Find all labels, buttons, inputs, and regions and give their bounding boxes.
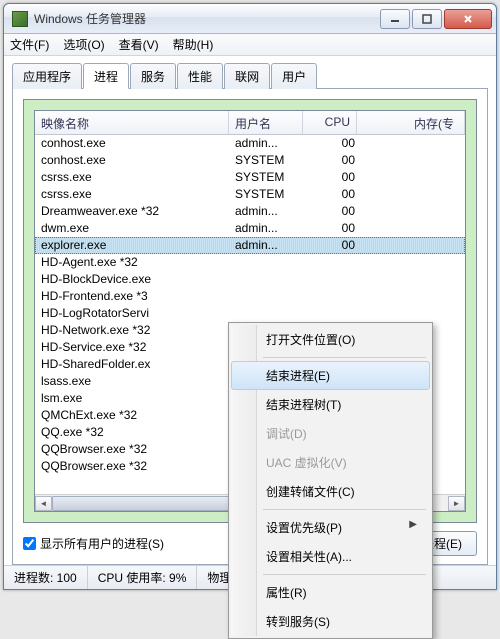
table-row[interactable]: conhost.exeadmin...00	[35, 135, 465, 152]
window-title: Windows 任务管理器	[34, 10, 380, 27]
scroll-right-button[interactable]: ►	[448, 496, 465, 511]
table-row[interactable]: HD-Agent.exe *32	[35, 254, 465, 271]
table-row[interactable]: HD-Frontend.exe *3	[35, 288, 465, 305]
ctx-create-dump[interactable]: 创建转储文件(C)	[231, 477, 430, 506]
app-icon	[12, 11, 28, 27]
ctx-uac-virtualization: UAC 虚拟化(V)	[231, 448, 430, 477]
status-cpu: CPU 使用率: 9%	[88, 566, 198, 589]
tab-1[interactable]: 进程	[83, 63, 129, 89]
column-headers: 映像名称 用户名 CPU 内存(专	[35, 111, 465, 135]
chevron-right-icon: ▶	[409, 519, 417, 530]
ctx-end-process[interactable]: 结束进程(E)	[231, 361, 430, 390]
tab-2[interactable]: 服务	[130, 63, 176, 89]
close-button[interactable]	[444, 9, 492, 29]
titlebar[interactable]: Windows 任务管理器	[4, 4, 496, 34]
show-all-users-label: 显示所有用户的进程(S)	[40, 535, 164, 552]
ctx-separator	[263, 357, 426, 358]
ctx-separator	[263, 574, 426, 575]
status-processes: 进程数: 100	[4, 566, 88, 589]
table-row[interactable]: csrss.exeSYSTEM00	[35, 169, 465, 186]
context-menu: 打开文件位置(O) 结束进程(E) 结束进程树(T) 调试(D) UAC 虚拟化…	[228, 322, 433, 639]
table-row[interactable]: csrss.exeSYSTEM00	[35, 186, 465, 203]
menubar: 文件(F) 选项(O) 查看(V) 帮助(H)	[4, 34, 496, 56]
menu-help[interactable]: 帮助(H)	[173, 36, 214, 53]
tab-panel-processes: 映像名称 用户名 CPU 内存(专 conhost.exeadmin...00c…	[12, 88, 488, 565]
maximize-button[interactable]	[412, 9, 442, 29]
show-all-users-checkbox[interactable]	[23, 537, 36, 550]
minimize-button[interactable]	[380, 9, 410, 29]
ctx-set-priority[interactable]: 设置优先级(P)▶	[231, 513, 430, 542]
ctx-end-process-tree[interactable]: 结束进程树(T)	[231, 390, 430, 419]
menu-file[interactable]: 文件(F)	[10, 36, 49, 53]
content-area: 应用程序进程服务性能联网用户 映像名称 用户名 CPU 内存(专 conhost…	[4, 56, 496, 565]
ctx-debug: 调试(D)	[231, 419, 430, 448]
col-cpu[interactable]: CPU	[303, 111, 357, 134]
show-all-users-check[interactable]: 显示所有用户的进程(S)	[23, 535, 164, 552]
menu-options[interactable]: 选项(O)	[63, 36, 104, 53]
tab-3[interactable]: 性能	[177, 63, 223, 89]
task-manager-window: Windows 任务管理器 文件(F) 选项(O) 查看(V) 帮助(H) 应用…	[3, 3, 497, 590]
menu-view[interactable]: 查看(V)	[119, 36, 159, 53]
table-row[interactable]: conhost.exeSYSTEM00	[35, 152, 465, 169]
table-row[interactable]: HD-LogRotatorServi	[35, 305, 465, 322]
ctx-open-file-location[interactable]: 打开文件位置(O)	[231, 325, 430, 354]
table-row[interactable]: Dreamweaver.exe *32admin...00	[35, 203, 465, 220]
col-memory[interactable]: 内存(专	[357, 111, 465, 134]
ctx-separator	[263, 509, 426, 510]
tab-5[interactable]: 用户	[271, 63, 317, 89]
ctx-goto-services[interactable]: 转到服务(S)	[231, 607, 430, 636]
table-row[interactable]: HD-BlockDevice.exe	[35, 271, 465, 288]
tab-0[interactable]: 应用程序	[12, 63, 82, 89]
tab-strip: 应用程序进程服务性能联网用户	[12, 62, 488, 88]
table-row[interactable]: dwm.exeadmin...00	[35, 220, 465, 237]
table-row[interactable]: explorer.exeadmin...00	[35, 237, 465, 254]
scroll-left-button[interactable]: ◄	[35, 496, 52, 511]
tab-4[interactable]: 联网	[224, 63, 270, 89]
col-image-name[interactable]: 映像名称	[35, 111, 229, 134]
ctx-set-affinity[interactable]: 设置相关性(A)...	[231, 542, 430, 571]
col-user[interactable]: 用户名	[229, 111, 303, 134]
